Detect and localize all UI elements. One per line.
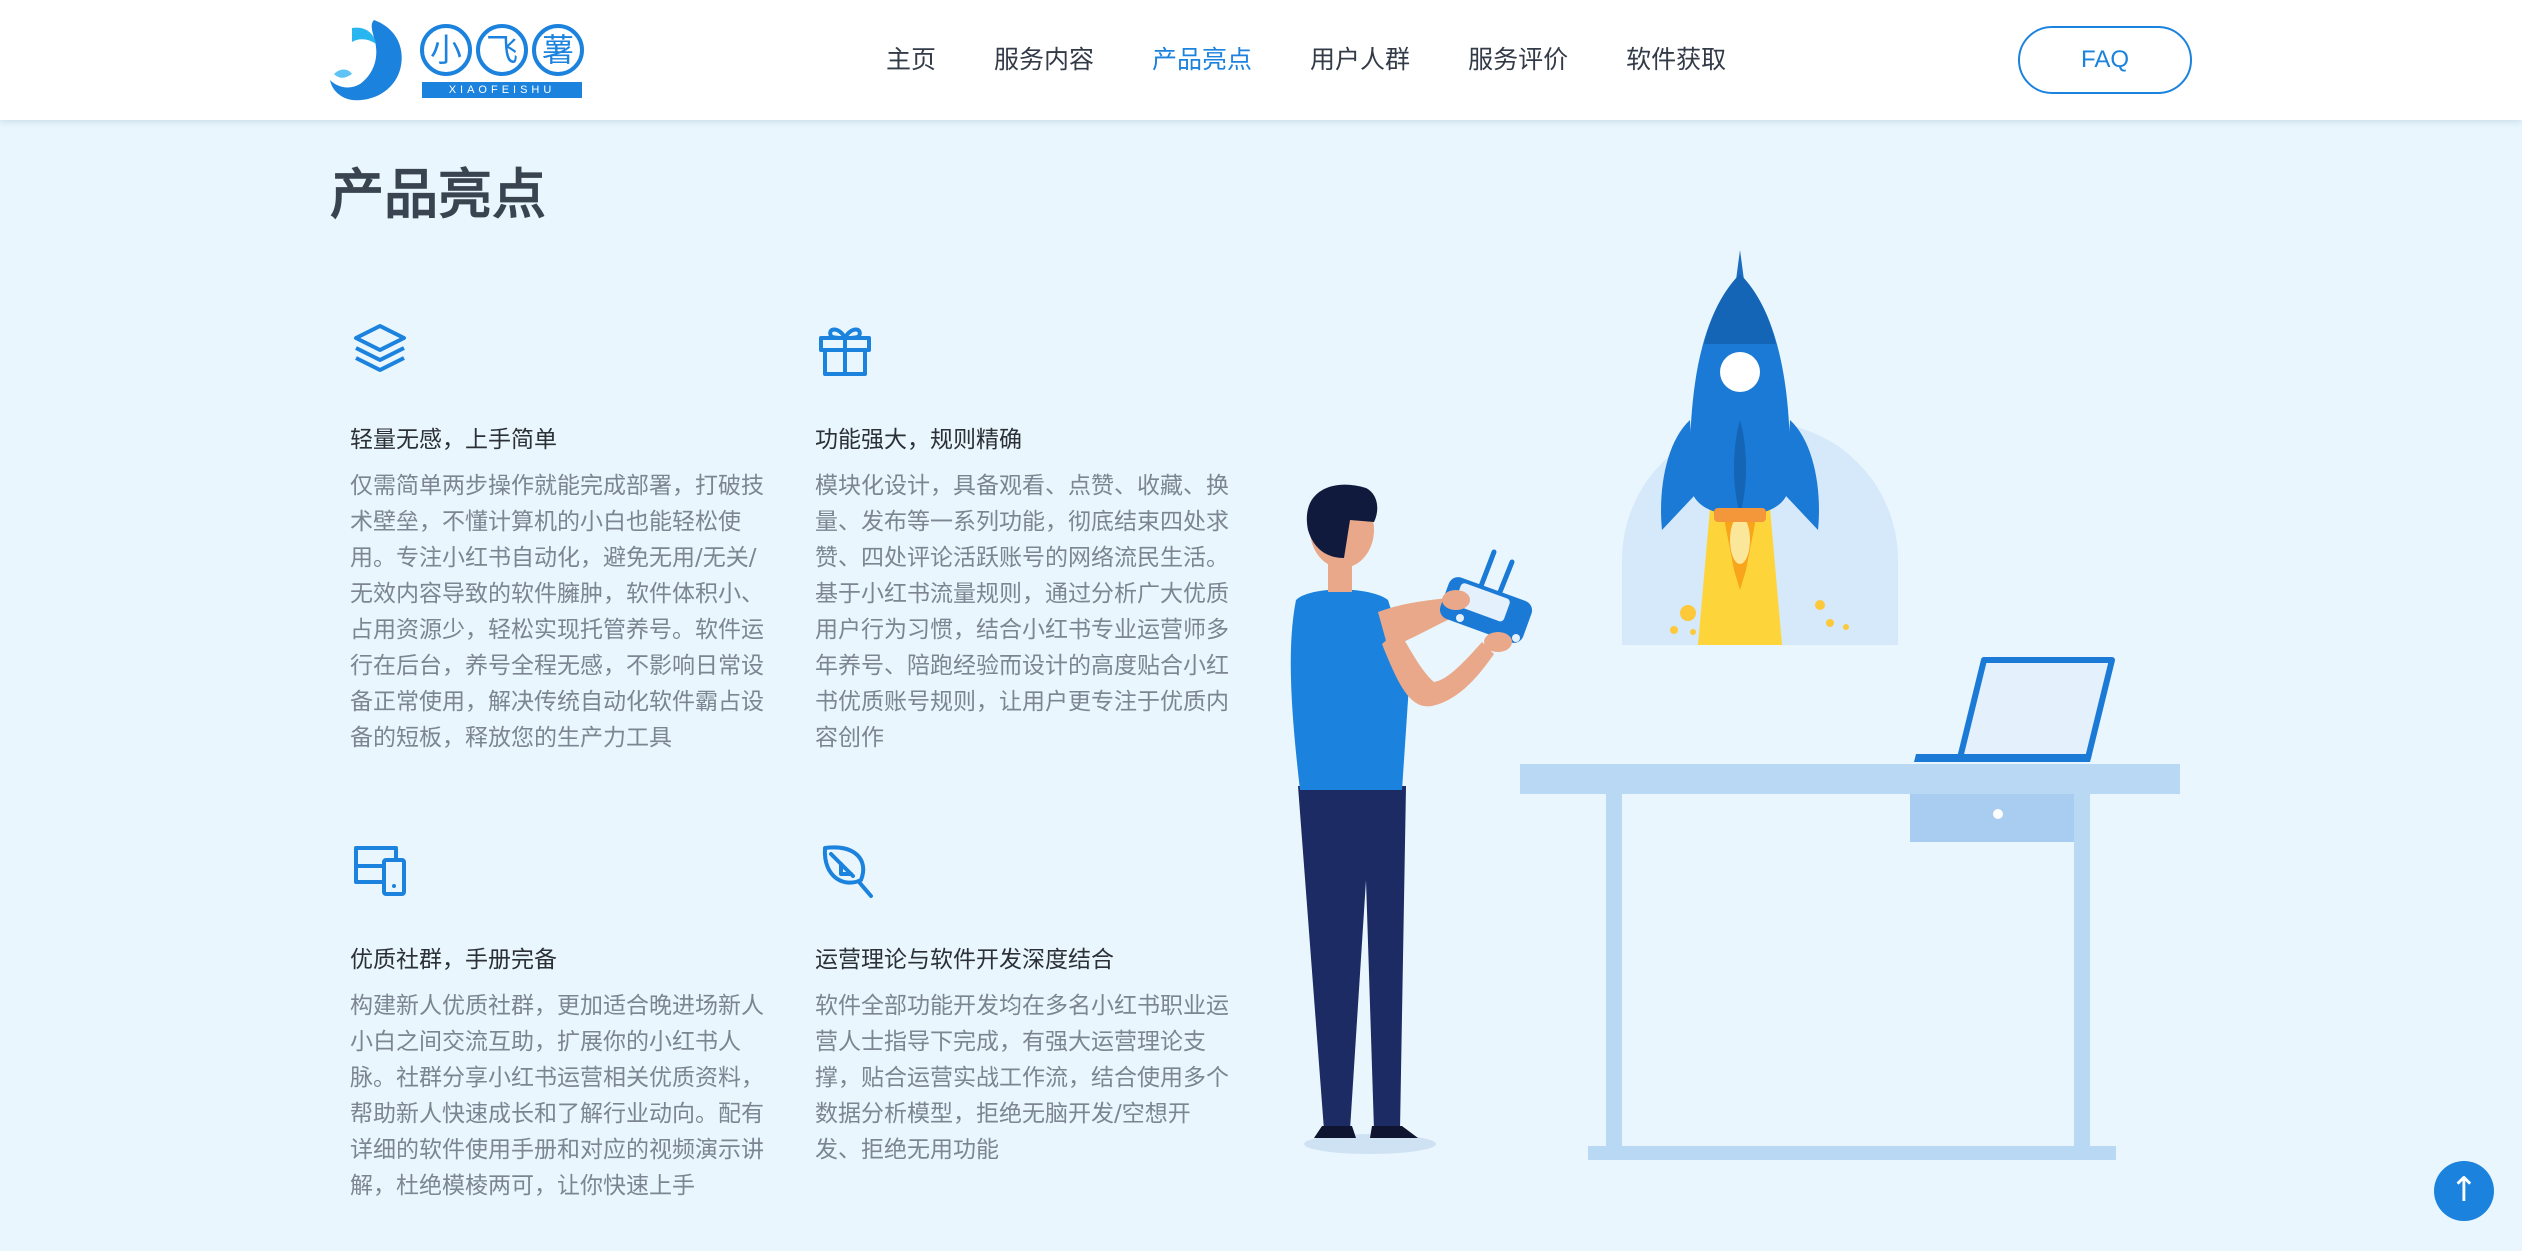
nav-item-home[interactable]: 主页 [886, 40, 936, 80]
feature-description: 软件全部功能开发均在多名小红书职业运营人士指导下完成，有强大运营理论支撑，贴合运… [815, 993, 1229, 1163]
gift-icon [819, 327, 871, 376]
rocket [1661, 250, 1819, 530]
leaf-icon [822, 845, 873, 898]
logo-wordmark: 小 飞 薯 [420, 24, 584, 76]
section-title: 产品亮点 [330, 163, 546, 226]
logo-char: 薯 [532, 24, 584, 76]
nav-item-services[interactable]: 服务内容 [994, 40, 1094, 80]
feature-title: 轻量无感，上手简单 [350, 427, 557, 453]
rocket-flame [1698, 508, 1782, 645]
feature-description: 构建新人优质社群，更加适合晚进场新人小白之间交流互助，扩展你的小红书人脉。社群分… [350, 993, 764, 1199]
layers-icon [354, 324, 406, 372]
arrow-up-icon: ↑ [2449, 1170, 2479, 1210]
logo-char: 小 [420, 24, 472, 76]
devices-icon [354, 846, 406, 896]
logo-char: 飞 [476, 24, 528, 76]
feature-description: 仅需简单两步操作就能完成部署，打破技术壁垒，不懂计算机的小白也能轻松使用。专注小… [350, 473, 764, 751]
nav-item-users[interactable]: 用户人群 [1310, 40, 1410, 80]
nav-item-highlights[interactable]: 产品亮点 [1152, 40, 1252, 80]
rocket-launch-illustration [1290, 250, 2180, 1160]
logo-subtitle: XIAOFEISHU [422, 82, 582, 98]
logo-mark-icon [330, 20, 402, 101]
feature-title: 优质社群，手册完备 [350, 947, 557, 973]
laptop [1914, 657, 2115, 762]
back-to-top-button[interactable]: ↑ [2434, 1161, 2494, 1221]
feature-title: 运营理论与软件开发深度结合 [815, 947, 1114, 973]
faq-button[interactable]: FAQ [2018, 26, 2192, 94]
feature-description: 模块化设计，具备观看、点赞、收藏、换量、发布等一系列功能，彻底结束四处求赞、四处… [815, 473, 1229, 751]
feature-title: 功能强大，规则精确 [815, 427, 1022, 453]
nav-item-download[interactable]: 软件获取 [1626, 40, 1726, 80]
nav-item-reviews[interactable]: 服务评价 [1468, 40, 1568, 80]
brand-logo[interactable]: 小 飞 薯 XIAOFEISHU [330, 18, 584, 102]
top-header: 小 飞 薯 XIAOFEISHU 主页 服务内容 产品亮点 用户人群 服务评价 … [0, 0, 2522, 120]
main-nav: 主页 服务内容 产品亮点 用户人群 服务评价 软件获取 [886, 40, 1784, 80]
desk [1520, 764, 2180, 1160]
